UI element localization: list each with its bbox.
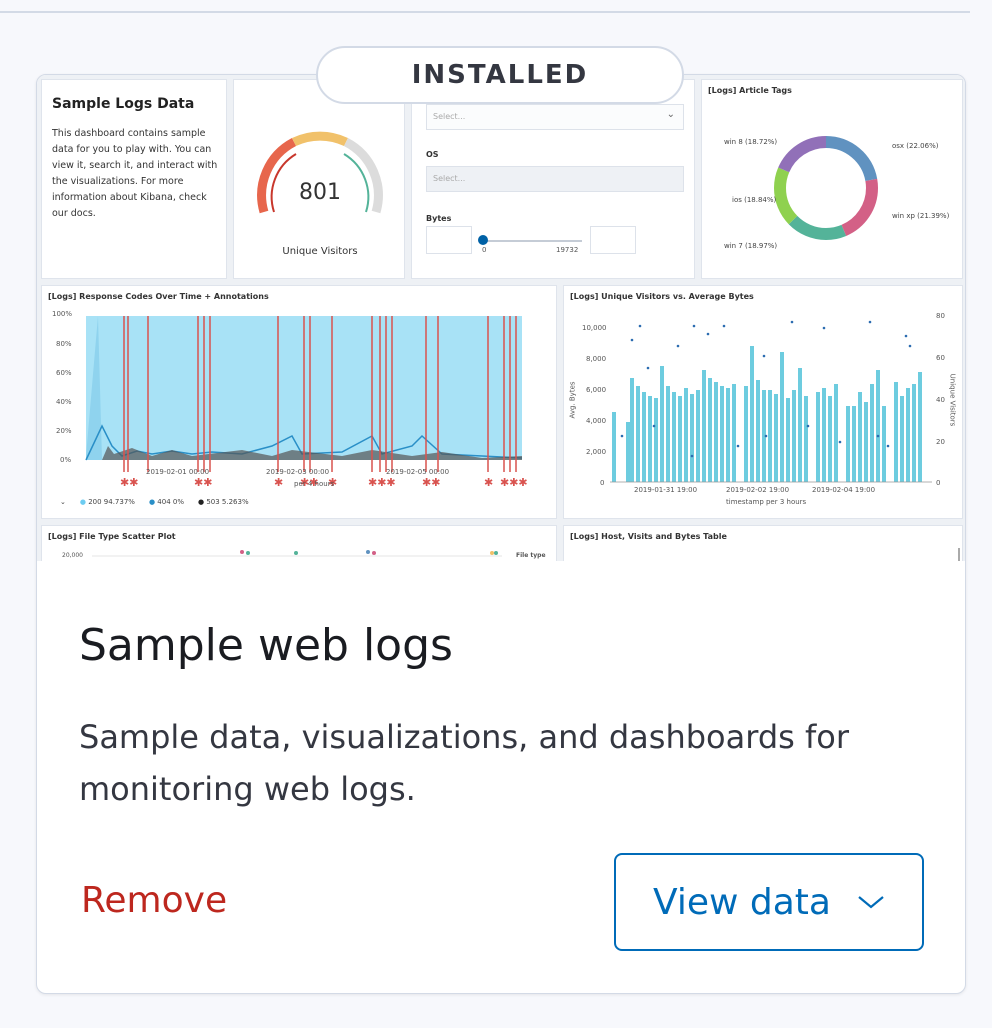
dashboard-preview-image: Sample Logs Data This dashboard contains… — [37, 75, 965, 561]
legend-chevron-icon: ⌄ — [60, 498, 66, 506]
preview-markdown-panel: Sample Logs Data This dashboard contains… — [41, 79, 227, 279]
preview-range-handle — [478, 235, 488, 245]
visitors-xtick-2: 2019-02-02 19:00 — [726, 486, 790, 494]
table-scrollbar — [958, 548, 960, 561]
scatter-points — [92, 550, 502, 557]
svg-text:✱✱: ✱✱ — [120, 476, 138, 489]
gauge-label: Unique Visitors — [282, 246, 358, 257]
preview-range-max: 19732 — [556, 246, 579, 254]
preview-tags-panel: [Logs] Article Tags win 8 (18.72%) osx (… — [701, 79, 963, 279]
tag-label-ios: ios (18.84%) — [732, 196, 777, 204]
preview-response-panel: [Logs] Response Codes Over Time + Annota… — [41, 285, 557, 519]
visitors-bar-chart — [610, 320, 932, 483]
gauge-value: 801 — [299, 180, 341, 205]
preview-range-min-box — [426, 226, 472, 254]
sample-data-card: Sample Logs Data This dashboard contains… — [36, 74, 966, 994]
chevron-down-icon — [858, 896, 884, 909]
preview-gauge-panel: 801 Unique Visitors — [233, 79, 405, 279]
tag-label-win7: win 7 (18.97%) — [724, 242, 778, 250]
preview-controls-panel: Select... ⌄ OS Select... Bytes 0 19732 — [411, 79, 695, 279]
card-description: Sample data, visualizations, and dashboa… — [79, 718, 849, 808]
preview-os-label: OS — [426, 150, 439, 159]
visitors-xlabel: timestamp per 3 hours — [726, 498, 807, 506]
svg-text:✱: ✱ — [274, 476, 283, 489]
svg-text:✱: ✱ — [484, 476, 493, 489]
preview-visitors-panel: [Logs] Unique Visitors vs. Average Bytes… — [563, 285, 963, 519]
preview-range-min: 0 — [482, 246, 487, 254]
preview-markdown-title: Sample Logs Data — [52, 96, 195, 112]
response-xtick-3: 2019-02-05 00:00 — [386, 468, 450, 476]
view-data-button[interactable]: View data — [614, 853, 924, 951]
preview-os-placeholder: Select... — [433, 174, 466, 183]
legend-item-404: ● 404 0% — [148, 498, 184, 506]
installed-badge: INSTALLED — [316, 46, 684, 104]
top-divider — [0, 11, 970, 13]
preview-markdown-body: This dashboard contains sample data for … — [52, 128, 218, 219]
svg-text:✱✱: ✱✱ — [422, 476, 440, 489]
response-xtick-1: 2019-02-01 00:00 — [146, 468, 210, 476]
preview-select-placeholder: Select... — [433, 112, 466, 121]
svg-text:✱✱✱: ✱✱✱ — [368, 476, 396, 489]
preview-bytes-label: Bytes — [426, 214, 452, 223]
card-title: Sample web logs — [79, 620, 453, 671]
preview-table-panel: [Logs] Host, Visits and Bytes Table — [563, 525, 963, 561]
remove-button[interactable]: Remove — [81, 880, 227, 921]
response-legend: ⌄ ● 200 94.737% ● 404 0% ● 503 5.263% — [60, 498, 249, 506]
svg-text:✱✱✱: ✱✱✱ — [500, 476, 528, 489]
preview-scatter-panel: [Logs] File Type Scatter Plot 20,000 Fil… — [41, 525, 557, 561]
legend-item-200: ● 200 94.737% — [79, 498, 135, 506]
tag-label-winxp: win xp (21.39%) — [892, 212, 950, 220]
preview-os-field: Select... — [426, 166, 684, 192]
preview-select-field: Select... ⌄ — [426, 104, 684, 130]
tag-label-win8: win 8 (18.72%) — [724, 138, 778, 146]
preview-range-max-box — [590, 226, 636, 254]
visitors-xtick-1: 2019-01-31 19:00 — [634, 486, 698, 494]
tag-label-osx: osx (22.06%) — [892, 142, 939, 150]
chevron-down-icon: ⌄ — [666, 109, 675, 120]
response-xtick-2: 2019-02-03 00:00 — [266, 468, 330, 476]
visitors-xtick-3: 2019-02-04 19:00 — [812, 486, 876, 494]
preview-table-title: [Logs] Host, Visits and Bytes Table — [570, 532, 727, 541]
view-data-label: View data — [653, 881, 831, 923]
preview-range-track — [482, 240, 582, 242]
legend-item-503: ● 503 5.263% — [198, 498, 249, 506]
svg-text:✱✱: ✱✱ — [194, 476, 212, 489]
response-per-label: per 4 hours — [294, 480, 335, 488]
